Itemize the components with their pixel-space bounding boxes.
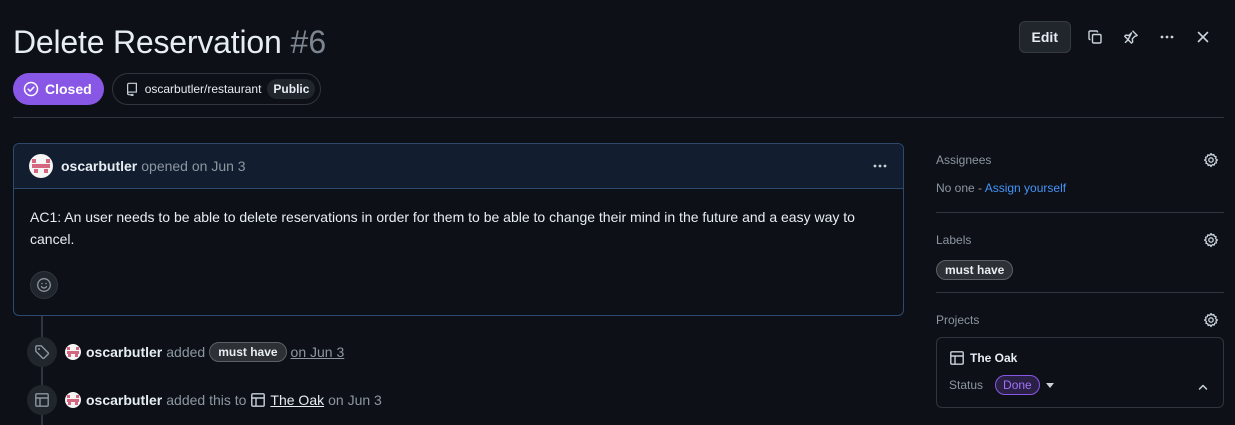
table-icon	[950, 351, 964, 365]
issue-comment: oscarbutler opened on Jun 3 AC1: An user…	[13, 143, 904, 316]
comment-author[interactable]: oscarbutler	[61, 158, 137, 174]
timeline-action: added this to	[166, 392, 247, 408]
visibility-badge: Public	[267, 79, 316, 99]
timeline-date-link[interactable]: on Jun 3	[291, 344, 345, 360]
sidebar-labels-title: Labels	[936, 233, 972, 247]
state-label: Closed	[45, 81, 92, 97]
status-done-badge[interactable]: Done	[995, 375, 1040, 395]
tag-icon	[27, 337, 57, 367]
timeline-author[interactable]: oscarbutler	[86, 392, 162, 408]
comment-body: AC1: An user needs to be able to delete …	[30, 209, 855, 247]
repo-chip[interactable]: oscarbutler/restaurant Public	[111, 73, 322, 105]
issue-page: Delete Reservation #6 Edit Closed oscarb…	[0, 0, 1235, 425]
chevron-up-icon[interactable]	[1197, 380, 1209, 398]
project-name: The Oak	[970, 351, 1018, 365]
close-icon[interactable]	[1185, 21, 1221, 53]
smiley-icon[interactable]	[30, 271, 58, 299]
project-card: The Oak Status Done	[936, 337, 1224, 408]
sidebar-labels-list: must have	[936, 247, 1224, 280]
edit-button[interactable]: Edit	[1018, 21, 1071, 53]
project-status-label: Status	[949, 378, 984, 392]
timeline-author[interactable]: oscarbutler	[86, 344, 162, 360]
sidebar-labels: Labels must have	[936, 213, 1224, 293]
sidebar-assignees-value: No one - Assign yourself	[936, 167, 1224, 209]
timeline-event-project: oscarbutler added this to The Oak on Jun…	[27, 385, 382, 415]
timeline-date: on Jun 3	[328, 392, 382, 408]
label-must-have[interactable]: must have	[209, 342, 287, 362]
assign-yourself-link[interactable]: Assign yourself	[985, 181, 1066, 195]
sidebar-assignees-title: Assignees	[936, 153, 992, 167]
gear-icon[interactable]	[1203, 152, 1219, 173]
comment-opened-date: opened on Jun 3	[141, 158, 246, 174]
issue-meta: Closed oscarbutler/restaurant Public	[13, 73, 322, 105]
avatar[interactable]	[29, 154, 53, 178]
project-status: Status Done	[949, 375, 1211, 395]
sidebar-projects: Projects The Oak Status Done	[936, 293, 1224, 408]
comment-header: oscarbutler opened on Jun 3	[14, 144, 903, 189]
pin-icon[interactable]	[1113, 21, 1149, 53]
issue-closed-icon	[23, 81, 39, 97]
sidebar-assignees: Assignees No one - Assign yourself	[936, 143, 1224, 213]
issue-title-row: Delete Reservation #6	[13, 24, 326, 61]
issue-sidebar: Assignees No one - Assign yourself Label…	[936, 143, 1224, 408]
header-actions: Edit	[1018, 21, 1221, 53]
timeline-event-label: oscarbutler added must have on Jun 3	[27, 337, 344, 367]
table-icon	[251, 393, 266, 407]
avatar[interactable]	[65, 392, 81, 408]
copy-icon[interactable]	[1077, 21, 1113, 53]
table-icon	[27, 385, 57, 415]
project-title[interactable]: The Oak	[949, 350, 1211, 366]
state-badge: Closed	[13, 73, 104, 105]
timeline-project-link[interactable]: The Oak	[250, 392, 324, 408]
kebab-horizontal-icon[interactable]	[872, 158, 888, 174]
issue-title: Delete Reservation	[13, 24, 282, 60]
timeline-project-name: The Oak	[270, 392, 325, 408]
assignees-none: No one -	[936, 181, 985, 195]
chevron-down-icon[interactable]	[1045, 382, 1054, 388]
timeline-action: added	[166, 344, 206, 360]
gear-icon[interactable]	[1203, 232, 1219, 253]
label-must-have[interactable]: must have	[936, 260, 1014, 280]
sidebar-projects-title: Projects	[936, 313, 980, 327]
kebab-horizontal-icon[interactable]	[1149, 21, 1185, 53]
issue-number: #6	[290, 24, 327, 60]
header-divider	[13, 117, 1224, 118]
repo-name: oscarbutler/restaurant	[144, 82, 262, 96]
avatar[interactable]	[65, 344, 81, 360]
repo-icon	[126, 82, 137, 96]
gear-icon[interactable]	[1203, 312, 1219, 333]
